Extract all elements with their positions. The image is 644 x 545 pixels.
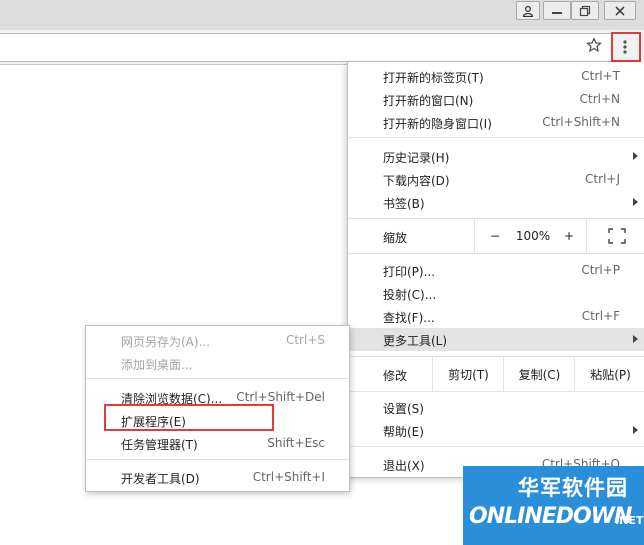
submenu-item-add-to-desktop: 添加到桌面... — [86, 352, 349, 375]
submenu-item-shortcut: Ctrl+Shift+Del — [236, 390, 325, 404]
menu-item-history[interactable]: 历史记录(H) — [348, 145, 644, 168]
zoom-in-label: + — [563, 229, 575, 243]
watermark-chinese-text: 华军软件园 — [518, 476, 628, 500]
submenu-arrow-icon — [633, 198, 638, 206]
menu-item-label: 打开新的隐身窗口(I) — [383, 117, 492, 131]
menu-item-label: 打印(P)... — [383, 265, 436, 279]
copy-label: 复制(C) — [518, 367, 561, 382]
menu-item-shortcut: Ctrl+J — [585, 172, 620, 186]
menu-item-print[interactable]: 打印(P)... Ctrl+P — [348, 259, 644, 282]
menu-item-shortcut: Ctrl+N — [579, 92, 620, 106]
menu-item-incognito[interactable]: 打开新的隐身窗口(I) Ctrl+Shift+N — [348, 111, 644, 134]
menu-item-label: 退出(X) — [383, 459, 425, 473]
submenu-item-task-manager[interactable]: 任务管理器(T) Shift+Esc — [86, 432, 349, 455]
fullscreen-button[interactable] — [586, 219, 644, 253]
menu-item-cast[interactable]: 投射(C)... — [348, 282, 644, 305]
cut-button[interactable]: 剪切(T) — [432, 357, 504, 391]
title-bar — [0, 0, 644, 30]
menu-item-label: 书签(B) — [383, 197, 425, 211]
menu-item-new-tab[interactable]: 打开新的标签页(T) Ctrl+T — [348, 65, 644, 88]
close-icon — [615, 5, 625, 16]
zoom-out-button[interactable]: − — [474, 219, 515, 253]
extensions-highlight — [104, 404, 274, 431]
menu-item-shortcut: Ctrl+P — [581, 263, 620, 277]
watermark-english-text: ONLINEDOWN — [469, 504, 632, 529]
address-bar[interactable] — [0, 33, 613, 62]
person-icon — [522, 5, 534, 17]
submenu-item-dev-tools[interactable]: 开发者工具(D) Ctrl+Shift+I — [86, 466, 349, 489]
menu-separator — [348, 137, 644, 138]
submenu-item-shortcut: Shift+Esc — [267, 436, 325, 450]
menu-item-label: 帮助(E) — [383, 425, 424, 439]
menu-separator — [348, 446, 644, 447]
zoom-in-button[interactable]: + — [552, 219, 586, 253]
star-icon — [586, 37, 602, 52]
menu-item-shortcut: Ctrl+F — [581, 309, 620, 323]
menu-item-shortcut: Ctrl+Shift+N — [542, 115, 620, 129]
fullscreen-icon — [607, 228, 626, 244]
submenu-item-label: 开发者工具(D) — [121, 472, 200, 486]
submenu-item-shortcut: Ctrl+Shift+I — [252, 470, 325, 484]
submenu-arrow-icon — [633, 335, 638, 343]
zoom-level: 100% — [514, 219, 552, 253]
minimize-button[interactable] — [543, 1, 571, 20]
cut-label: 剪切(T) — [448, 367, 489, 382]
browser-toolbar — [0, 30, 644, 65]
copy-button[interactable]: 复制(C) — [503, 357, 575, 391]
zoom-label: 缩放 — [383, 231, 408, 245]
watermark-suffix: .NET — [615, 514, 644, 527]
menu-item-label: 打开新的窗口(N) — [383, 94, 474, 108]
submenu-item-shortcut: Ctrl+S — [285, 333, 325, 347]
edit-label: 修改 — [383, 369, 408, 383]
paste-label: 粘贴(P) — [590, 367, 631, 382]
menu-item-help[interactable]: 帮助(E) — [348, 419, 644, 442]
menu-item-settings[interactable]: 设置(S) — [348, 396, 644, 419]
zoom-value: 100% — [515, 229, 551, 243]
menu-item-more-tools[interactable]: 更多工具(L) — [348, 328, 644, 351]
menu-item-downloads[interactable]: 下载内容(D) Ctrl+J — [348, 168, 644, 191]
zoom-row: 缩放 − 100% + — [348, 218, 644, 254]
menu-item-label: 历史记录(H) — [383, 151, 450, 165]
menu-item-new-window[interactable]: 打开新的窗口(N) Ctrl+N — [348, 88, 644, 111]
onlinedown-watermark: 华军软件园 ONLINEDOWN .NET — [463, 466, 644, 545]
restore-icon — [579, 5, 591, 16]
menu-item-find[interactable]: 查找(F)... Ctrl+F — [348, 305, 644, 328]
menu-item-label: 投射(C)... — [383, 288, 437, 302]
profile-button[interactable] — [516, 1, 540, 20]
paste-button[interactable]: 粘贴(P) — [574, 357, 644, 391]
submenu-arrow-icon — [633, 426, 638, 434]
minimize-icon — [552, 11, 562, 14]
restore-button[interactable] — [571, 1, 599, 20]
menu-button-highlight — [611, 32, 641, 62]
chrome-main-menu: 打开新的标签页(T) Ctrl+T 打开新的窗口(N) Ctrl+N 打开新的隐… — [347, 62, 644, 478]
menu-item-label: 设置(S) — [383, 402, 424, 416]
submenu-separator — [86, 378, 349, 379]
bookmark-star-button[interactable] — [584, 35, 604, 55]
menu-item-label: 查找(F)... — [383, 311, 435, 325]
submenu-item-label: 任务管理器(T) — [121, 438, 198, 452]
menu-item-label: 下载内容(D) — [383, 174, 450, 188]
menu-item-label: 打开新的标签页(T) — [383, 71, 484, 85]
menu-item-bookmarks[interactable]: 书签(B) — [348, 191, 644, 214]
menu-item-label: 更多工具(L) — [383, 334, 448, 348]
close-button[interactable] — [604, 1, 636, 20]
submenu-item-label: 添加到桌面... — [121, 358, 193, 372]
edit-row: 修改 剪切(T) 复制(C) 粘贴(P) — [348, 356, 644, 392]
submenu-arrow-icon — [633, 152, 638, 160]
submenu-item-label: 网页另存为(A)... — [121, 335, 211, 349]
submenu-separator — [86, 459, 349, 460]
submenu-item-save-page: 网页另存为(A)... Ctrl+S — [86, 329, 349, 352]
zoom-out-label: − — [489, 229, 501, 243]
menu-item-shortcut: Ctrl+T — [581, 69, 620, 83]
